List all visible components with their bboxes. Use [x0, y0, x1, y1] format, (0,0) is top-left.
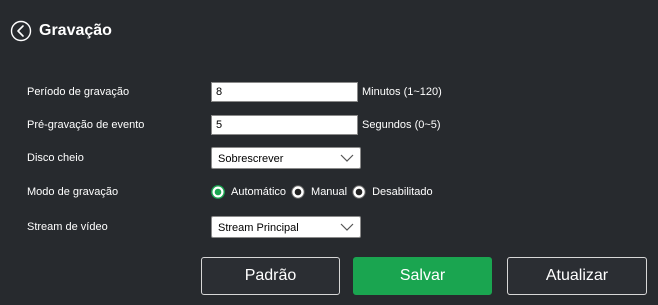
- stream-label: Stream de vídeo: [27, 221, 108, 233]
- salvar-button[interactable]: Salvar: [353, 257, 492, 295]
- radio-manual[interactable]: Manual: [291, 185, 352, 199]
- stream-select[interactable]: Stream Principal: [211, 216, 361, 238]
- row-periodo: Período de gravação 8 Minutos (1~120): [0, 81, 658, 105]
- padrao-button[interactable]: Padrão: [201, 257, 340, 295]
- periodo-input[interactable]: 8: [211, 82, 358, 102]
- page-header: Gravação: [10, 18, 112, 44]
- chevron-down-icon: [340, 154, 354, 162]
- row-pre-gravacao: Pré-gravação de evento 5 Segundos (0~5): [0, 114, 658, 138]
- row-modo: Modo de gravação Automático Manual Desab…: [0, 181, 658, 205]
- stream-value: Stream Principal: [218, 222, 299, 234]
- radio-automatico[interactable]: Automático: [211, 185, 291, 199]
- radio-desabilitado[interactable]: Desabilitado: [352, 185, 438, 199]
- chevron-down-icon: [340, 223, 354, 231]
- atualizar-button[interactable]: Atualizar: [507, 257, 647, 295]
- radio-icon: [291, 185, 305, 199]
- periodo-unit: Minutos (1~120): [362, 86, 442, 98]
- disco-cheio-select[interactable]: Sobrescrever: [211, 147, 361, 169]
- pre-gravacao-unit: Segundos (0~5): [362, 119, 441, 131]
- radio-manual-label: Manual: [311, 186, 348, 198]
- pre-gravacao-input[interactable]: 5: [211, 115, 358, 135]
- radio-desabilitado-label: Desabilitado: [372, 186, 433, 198]
- radio-icon: [352, 185, 366, 199]
- disco-cheio-value: Sobrescrever: [218, 153, 284, 165]
- row-stream: Stream de vídeo Stream Principal: [0, 216, 658, 240]
- disco-cheio-label: Disco cheio: [27, 152, 84, 164]
- pre-gravacao-label: Pré-gravação de evento: [27, 119, 145, 131]
- radio-automatico-label: Automático: [231, 186, 287, 198]
- page-title: Gravação: [39, 22, 112, 39]
- chevron-left-circle-icon[interactable]: [10, 20, 32, 42]
- row-disco-cheio: Disco cheio Sobrescrever: [0, 147, 658, 171]
- periodo-label: Período de gravação: [27, 86, 130, 98]
- modo-radio-group: Automático Manual Desabilitado: [211, 181, 438, 203]
- modo-label: Modo de gravação: [27, 186, 119, 198]
- radio-selected-icon: [211, 185, 225, 199]
